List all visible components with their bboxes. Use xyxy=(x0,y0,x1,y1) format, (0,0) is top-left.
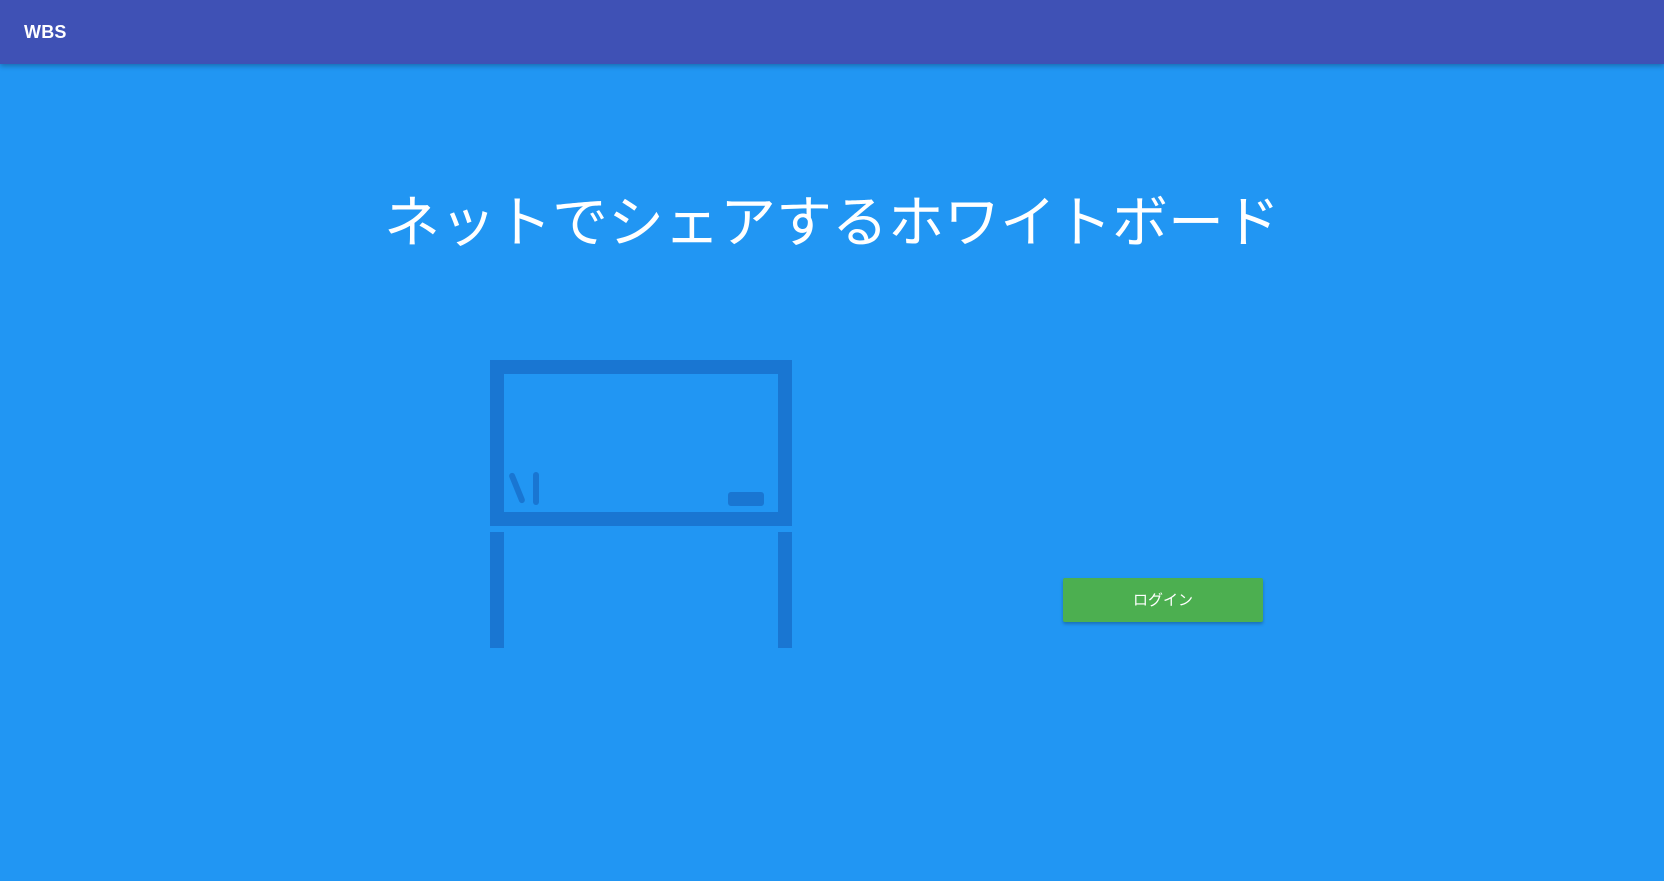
main-content: ネットでシェアするホワイトボード ログイン xyxy=(0,64,1664,881)
login-button[interactable]: ログイン xyxy=(1063,578,1263,622)
marker-icon-2 xyxy=(533,472,539,505)
whiteboard-right-leg xyxy=(778,532,792,648)
hero-title: ネットでシェアするホワイトボード xyxy=(384,191,1280,256)
whiteboard-illustration xyxy=(490,360,792,660)
whiteboard-icon xyxy=(490,360,792,648)
app-title: WBS xyxy=(24,22,67,42)
marker-icon xyxy=(509,472,525,504)
eraser-icon xyxy=(728,492,764,506)
whiteboard-left-leg xyxy=(490,532,504,648)
app-bar: WBS xyxy=(0,0,1664,64)
